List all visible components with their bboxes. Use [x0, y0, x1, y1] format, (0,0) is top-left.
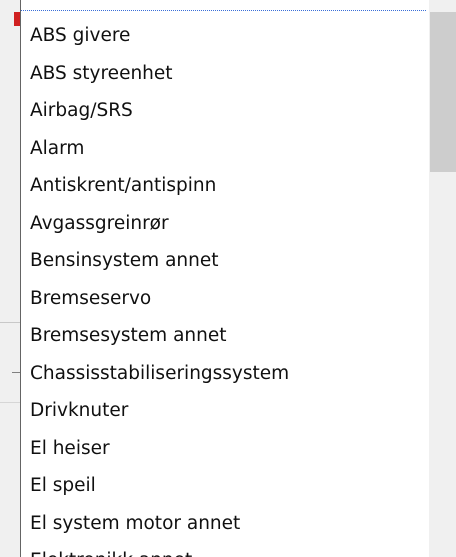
background-divider: [0, 322, 20, 323]
dropdown-list[interactable]: ABS givere ABS styreenhet Airbag/SRS Ala…: [20, 0, 456, 557]
dropdown-option[interactable]: Bensinsystem annet: [21, 242, 429, 280]
dropdown-options: ABS givere ABS styreenhet Airbag/SRS Ala…: [21, 17, 429, 557]
background-divider: [12, 372, 20, 373]
dropdown-option[interactable]: Drivknuter: [21, 392, 429, 430]
dropdown-option[interactable]: Avgassgreinrør: [21, 205, 429, 243]
dropdown-option[interactable]: Chassisstabiliseringssystem: [21, 355, 429, 393]
scrollbar-thumb[interactable]: [430, 12, 456, 172]
vertical-scrollbar[interactable]: [429, 0, 456, 557]
dropdown-option[interactable]: El heiser: [21, 430, 429, 468]
dropdown-option[interactable]: El speil: [21, 467, 429, 505]
dropdown-option[interactable]: ABS styreenhet: [21, 55, 429, 93]
dropdown-option[interactable]: Airbag/SRS: [21, 92, 429, 130]
background-window-edge: [0, 0, 20, 557]
dropdown-option[interactable]: Bremseservo: [21, 280, 429, 318]
dropdown-option[interactable]: Antiskrent/antispinn: [21, 167, 429, 205]
focus-outline: [21, 10, 426, 11]
dropdown-option[interactable]: ABS givere: [21, 17, 429, 55]
dropdown-option[interactable]: Alarm: [21, 130, 429, 168]
dropdown-option[interactable]: Bremsesystem annet: [21, 317, 429, 355]
dropdown-option[interactable]: El system motor annet: [21, 505, 429, 543]
background-divider: [0, 402, 20, 403]
dropdown-option[interactable]: Elektronikk annet: [21, 542, 429, 557]
